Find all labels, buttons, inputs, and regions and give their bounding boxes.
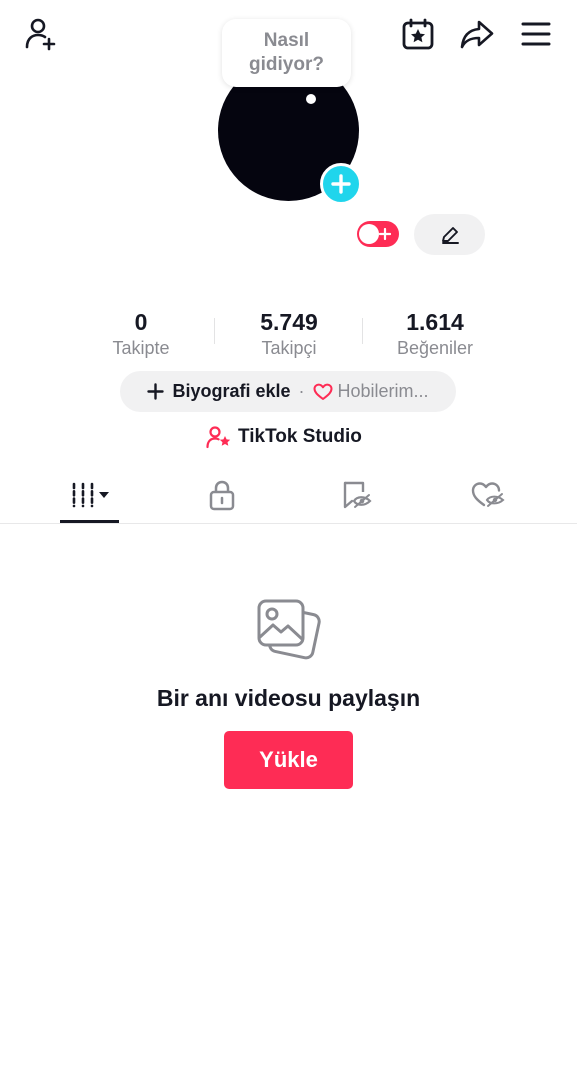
person-plus-icon — [25, 18, 56, 51]
hamburger-menu-icon — [521, 22, 551, 46]
tiktok-studio-link[interactable]: TikTok Studio — [206, 424, 362, 450]
edit-profile-button[interactable] — [414, 214, 485, 255]
username-badge-mark — [359, 224, 379, 244]
stat-divider — [214, 318, 215, 344]
status-bubble-line2: gidiyor? — [249, 54, 324, 75]
stat-following[interactable]: 0 Takipte — [71, 308, 211, 360]
upload-button[interactable]: Yükle — [224, 731, 353, 789]
add-bio-label: Biyografi ekle — [172, 381, 291, 401]
repost-hidden-icon — [343, 481, 372, 509]
stat-following-value: 0 — [134, 309, 148, 335]
person-star-icon — [206, 426, 231, 449]
stat-likes-value: 1.614 — [406, 309, 464, 335]
tab-videos[interactable] — [18, 474, 162, 516]
stat-likes-label: Beğeniler — [396, 338, 474, 358]
bubble-tail — [306, 94, 316, 104]
tab-liked[interactable] — [416, 474, 560, 516]
tab-private[interactable] — [150, 474, 294, 516]
add-friend-button[interactable] — [20, 14, 60, 54]
stat-followers-value: 5.749 — [260, 309, 318, 335]
stat-followers[interactable]: 5.749 Takipçi — [219, 308, 359, 360]
add-bio-button[interactable]: Biyografi ekle · Hobilerim... — [120, 371, 456, 412]
avatar-add-button[interactable] — [320, 163, 362, 205]
plus-icon — [147, 383, 165, 400]
bio-separator: · — [298, 381, 305, 401]
share-arrow-icon — [460, 20, 494, 49]
lock-icon — [209, 480, 235, 511]
heart-hidden-icon — [471, 482, 505, 507]
hobbies-label: Hobilerim... — [337, 381, 429, 401]
pencil-icon — [441, 226, 459, 244]
status-bubble-line1: Nasıl — [263, 30, 310, 51]
tab-reposts[interactable] — [285, 474, 429, 516]
stat-likes[interactable]: 1.614 Beğeniler — [365, 308, 505, 360]
calendar-button[interactable] — [398, 14, 438, 54]
empty-state-title: Bir anı videosu paylaşın — [156, 685, 421, 711]
tiktok-studio-label: TikTok Studio — [238, 426, 362, 447]
heart-icon — [313, 383, 332, 400]
stat-followers-label: Takipçi — [261, 338, 317, 358]
calendar-star-icon — [402, 18, 434, 50]
photos-icon — [257, 599, 321, 660]
stat-following-label: Takipte — [112, 338, 170, 358]
stat-divider — [362, 318, 363, 344]
status-bubble[interactable]: Nasıl gidiyor? — [222, 19, 351, 87]
plus-icon — [331, 174, 351, 194]
tabs-divider — [0, 523, 577, 524]
plus-icon — [379, 228, 391, 240]
grid-bars-icon — [72, 482, 109, 508]
menu-button[interactable] — [516, 14, 556, 54]
share-button[interactable] — [457, 14, 497, 54]
